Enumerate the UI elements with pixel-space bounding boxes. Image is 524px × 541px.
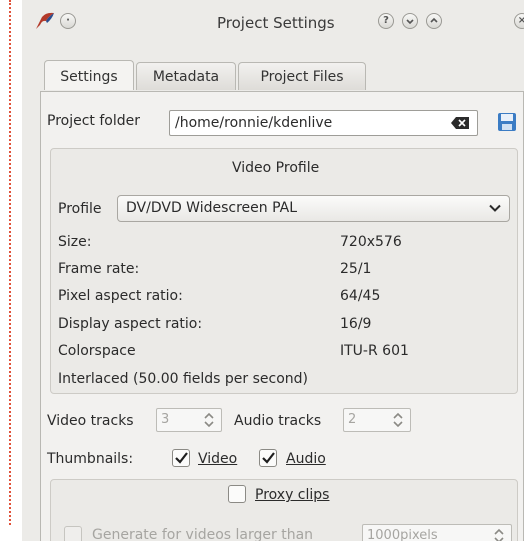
frame-rate-label: Frame rate: xyxy=(58,261,140,277)
colorspace-label: Colorspace xyxy=(58,343,136,359)
window-title: Project Settings xyxy=(217,14,335,32)
proxy-size-value: 1000pixels xyxy=(367,528,438,541)
proxy-size-spinbox[interactable]: 1000pixels xyxy=(362,524,512,541)
margin-dotted-line xyxy=(9,0,11,525)
folder-browse-icon[interactable] xyxy=(497,112,517,132)
audio-tracks-spinbox[interactable]: 2 xyxy=(343,408,411,432)
project-folder-label: Project folder xyxy=(47,113,140,129)
maximize-icon[interactable] xyxy=(426,13,442,29)
generate-proxy-checkbox[interactable] xyxy=(64,526,82,541)
audio-tracks-value: 2 xyxy=(348,412,357,427)
clear-field-icon[interactable] xyxy=(451,117,469,129)
window-menu-button[interactable]: · xyxy=(60,13,76,29)
profile-select-value: DV/DVD Widescreen PAL xyxy=(126,200,298,216)
kdenlive-app-icon xyxy=(36,12,54,29)
thumbnails-video-checkbox[interactable] xyxy=(172,449,190,467)
tab-metadata-label: Metadata xyxy=(152,69,220,85)
display-aspect-ratio-label: Display aspect ratio: xyxy=(58,316,203,332)
display-aspect-ratio-value: 16/9 xyxy=(340,316,372,332)
chevron-down-icon xyxy=(489,204,501,212)
video-tracks-value: 3 xyxy=(161,412,170,427)
profile-label: Profile xyxy=(58,201,102,217)
thumbnails-audio-checkbox[interactable] xyxy=(259,449,277,467)
frame-rate-value: 25/1 xyxy=(340,261,372,277)
spinner-arrows-icon[interactable] xyxy=(392,412,404,428)
generate-proxy-label: Generate for videos larger than xyxy=(92,527,314,541)
proxy-clips-checkbox[interactable] xyxy=(228,485,246,503)
video-tracks-label: Video tracks xyxy=(47,413,134,429)
spinner-arrows-icon[interactable] xyxy=(203,412,215,428)
interlaced-info: Interlaced (50.00 fields per second) xyxy=(58,371,309,387)
spinner-arrows-icon[interactable] xyxy=(493,528,505,541)
pixel-aspect-ratio-value: 64/45 xyxy=(340,288,381,304)
video-tracks-spinbox[interactable]: 3 xyxy=(156,408,222,432)
audio-tracks-label: Audio tracks xyxy=(234,413,322,429)
pixel-aspect-ratio-label: Pixel aspect ratio: xyxy=(58,288,183,304)
colorspace-value: ITU-R 601 xyxy=(340,343,409,359)
profile-select[interactable]: DV/DVD Widescreen PAL xyxy=(117,195,510,222)
project-folder-value: /home/ronnie/kdenlive xyxy=(175,115,333,131)
tab-settings[interactable]: Settings xyxy=(44,60,134,90)
checkmark-icon xyxy=(175,452,188,464)
project-folder-input[interactable]: /home/ronnie/kdenlive xyxy=(169,110,478,136)
minimize-icon[interactable] xyxy=(402,13,418,29)
project-settings-window: · Project Settings ? × Settings Metadata… xyxy=(22,0,524,541)
tab-project-files[interactable]: Project Files xyxy=(238,62,366,90)
help-icon[interactable]: ? xyxy=(378,13,394,29)
thumbnails-audio-label: Audio xyxy=(286,451,326,467)
size-label: Size: xyxy=(58,234,92,250)
size-value: 720x576 xyxy=(340,234,402,250)
thumbnails-video-label: Video xyxy=(198,451,238,467)
close-icon[interactable]: × xyxy=(514,13,524,29)
thumbnails-label: Thumbnails: xyxy=(47,451,134,467)
tab-settings-label: Settings xyxy=(60,69,118,85)
title-bar: · Project Settings ? × xyxy=(22,0,524,44)
checkmark-icon xyxy=(262,452,275,464)
tab-metadata[interactable]: Metadata xyxy=(136,62,236,90)
proxy-clips-label: Proxy clips xyxy=(255,487,330,503)
tab-project-files-label: Project Files xyxy=(260,69,344,85)
video-profile-heading: Video Profile xyxy=(232,160,320,176)
